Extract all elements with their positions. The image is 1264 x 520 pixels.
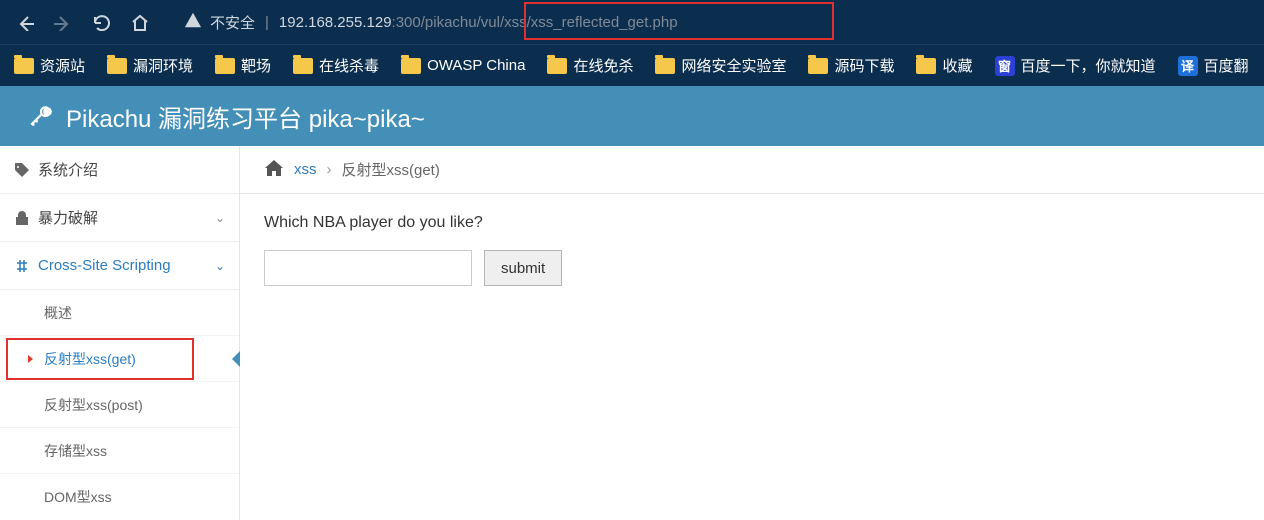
- hash-icon: [14, 258, 30, 274]
- bookmark-item[interactable]: 在线免杀: [547, 55, 633, 76]
- baidu-icon: 窗: [995, 56, 1015, 76]
- sidebar-item-bruteforce[interactable]: 暴力破解 ⌄: [0, 194, 239, 242]
- tag-icon: [14, 162, 30, 178]
- breadcrumb-category[interactable]: xss: [294, 161, 317, 178]
- bookmark-item[interactable]: 靶场: [215, 55, 271, 76]
- breadcrumb: xss › 反射型xss(get): [240, 146, 1264, 194]
- bookmark-item[interactable]: 漏洞环境: [107, 55, 193, 76]
- home-icon[interactable]: [264, 159, 284, 181]
- sidebar-sub-dom[interactable]: DOM型xss: [0, 474, 239, 520]
- browser-nav-bar: 不安全 | 192.168.255.129:300/pikachu/vul/xs…: [0, 0, 1264, 44]
- breadcrumb-page: 反射型xss(get): [342, 159, 440, 180]
- sidebar: 系统介绍 暴力破解 ⌄ Cross-Site Scripting ⌄ 概述 反射…: [0, 146, 240, 520]
- bookmark-item[interactable]: 网络安全实验室: [655, 55, 786, 76]
- home-button[interactable]: [122, 5, 156, 39]
- sidebar-sub-stored[interactable]: 存储型xss: [0, 428, 239, 474]
- bookmark-item[interactable]: 资源站: [14, 55, 85, 76]
- question-text: Which NBA player do you like?: [264, 214, 1240, 232]
- app-header: Pikachu 漏洞练习平台 pika~pika~: [0, 86, 1264, 146]
- bookmarks-bar: 资源站 漏洞环境 靶场 在线杀毒 OWASP China 在线免杀 网络安全实验…: [0, 44, 1264, 86]
- sidebar-sub-overview[interactable]: 概述: [0, 290, 239, 336]
- content-area: xss › 反射型xss(get) Which NBA player do yo…: [240, 146, 1264, 520]
- folder-icon: [655, 58, 675, 74]
- separator: |: [265, 14, 269, 31]
- content-body: Which NBA player do you like? submit: [240, 194, 1264, 306]
- sidebar-item-intro[interactable]: 系统介绍: [0, 146, 239, 194]
- forward-button[interactable]: [46, 5, 80, 39]
- insecure-label: 不安全: [210, 12, 255, 33]
- warning-icon: [184, 11, 202, 33]
- address-bar[interactable]: 不安全 | 192.168.255.129:300/pikachu/vul/xs…: [184, 5, 1256, 39]
- translate-icon: 译: [1178, 56, 1198, 76]
- submit-button[interactable]: submit: [484, 250, 562, 286]
- folder-icon: [808, 58, 828, 74]
- sidebar-item-xss[interactable]: Cross-Site Scripting ⌄: [0, 242, 239, 290]
- lock-icon: [14, 210, 30, 226]
- home-icon: [130, 13, 148, 31]
- key-icon: [28, 103, 54, 129]
- folder-icon: [547, 58, 567, 74]
- chevron-down-icon: ⌄: [215, 259, 225, 273]
- bookmark-item[interactable]: 源码下载: [808, 55, 894, 76]
- folder-icon: [107, 58, 127, 74]
- arrow-left-icon: [16, 13, 34, 31]
- folder-icon: [916, 58, 936, 74]
- player-input[interactable]: [264, 250, 472, 286]
- bookmark-item[interactable]: 译百度翻: [1178, 55, 1249, 76]
- bookmark-item[interactable]: 收藏: [916, 55, 972, 76]
- refresh-button[interactable]: [84, 5, 118, 39]
- caret-right-icon: [28, 355, 33, 363]
- bookmark-item[interactable]: 窗百度一下，你就知道: [995, 55, 1156, 76]
- bookmark-item[interactable]: OWASP China: [401, 57, 525, 74]
- sidebar-sub-reflected-post[interactable]: 反射型xss(post): [0, 382, 239, 428]
- sidebar-sub-reflected-get[interactable]: 反射型xss(get): [0, 336, 239, 382]
- folder-icon: [401, 58, 421, 74]
- back-button[interactable]: [8, 5, 42, 39]
- main-layout: 系统介绍 暴力破解 ⌄ Cross-Site Scripting ⌄ 概述 反射…: [0, 146, 1264, 520]
- folder-icon: [293, 58, 313, 74]
- folder-icon: [215, 58, 235, 74]
- breadcrumb-separator: ›: [327, 161, 332, 178]
- chevron-down-icon: ⌄: [215, 211, 225, 225]
- refresh-icon: [92, 13, 110, 31]
- url-port: :300: [392, 14, 421, 31]
- app-title: Pikachu 漏洞练习平台 pika~pika~: [66, 99, 425, 134]
- folder-icon: [14, 58, 34, 74]
- url-host: 192.168.255.129: [279, 14, 392, 31]
- url-path: /pikachu/vul/xss/xss_reflected_get.php: [421, 14, 678, 31]
- form-row: submit: [264, 250, 1240, 286]
- bookmark-item[interactable]: 在线杀毒: [293, 55, 379, 76]
- arrow-right-icon: [54, 13, 72, 31]
